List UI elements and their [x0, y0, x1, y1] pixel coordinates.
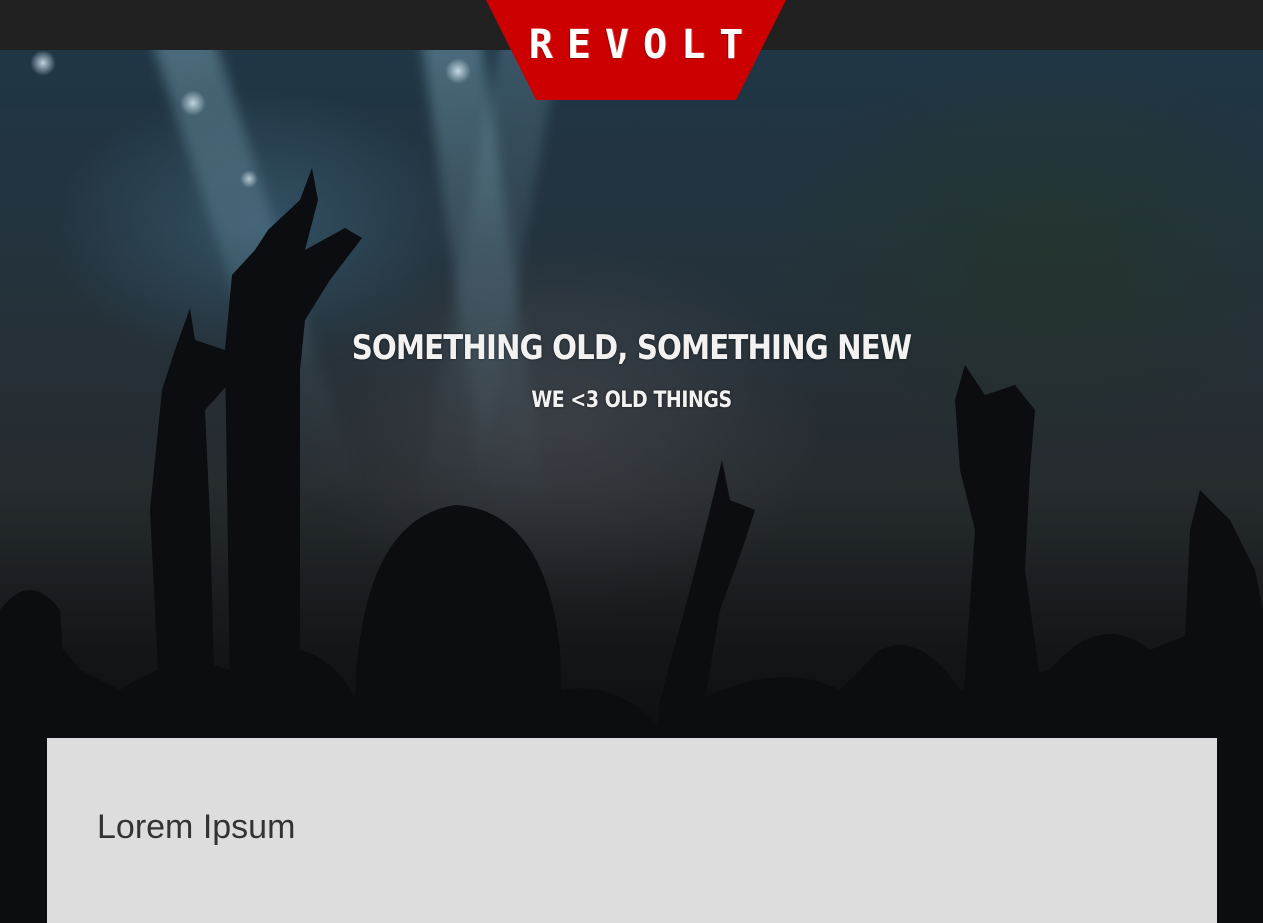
page: REVOLT SOMETHING OLD, SOMETHING NEW WE <… — [0, 0, 1263, 923]
hero-title: Something old, something new — [351, 328, 912, 368]
content-card: Lorem Ipsum — [47, 738, 1217, 923]
section-heading: Lorem Ipsum — [97, 808, 296, 846]
brand-logo-text: REVOLT — [528, 22, 758, 68]
brand-logo-tab[interactable]: REVOLT — [486, 0, 786, 100]
hero-subtitle: We <3 old things — [531, 388, 732, 413]
